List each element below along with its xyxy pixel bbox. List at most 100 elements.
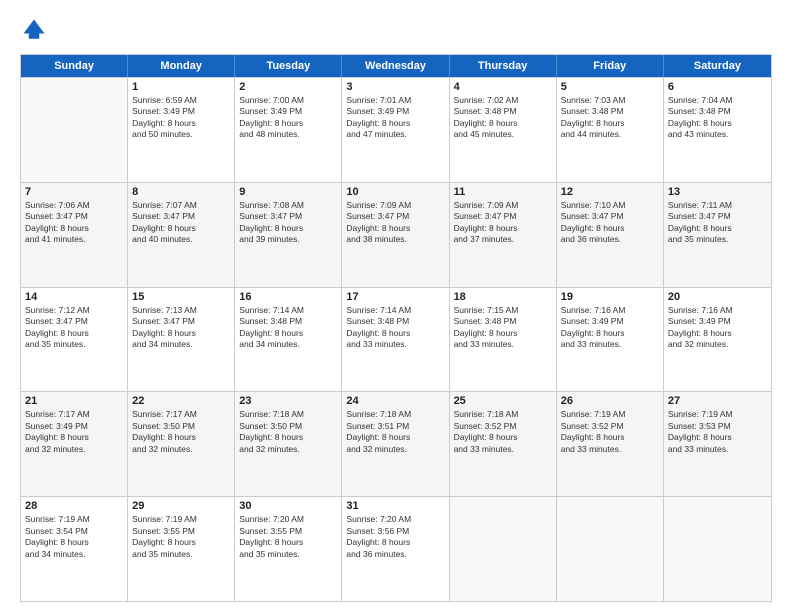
header-day-tuesday: Tuesday xyxy=(235,55,342,77)
day-cell-23: 23 Sunrise: 7:18 AMSunset: 3:50 PMDayligh… xyxy=(235,392,342,496)
day-cell-30: 30 Sunrise: 7:20 AMSunset: 3:55 PMDayligh… xyxy=(235,497,342,601)
day-number: 19 xyxy=(561,291,659,303)
day-info: Sunrise: 7:08 AMSunset: 3:47 PMDaylight:… xyxy=(239,200,337,246)
logo-icon xyxy=(20,16,48,44)
day-number: 24 xyxy=(346,395,444,407)
day-info: Sunrise: 7:19 AMSunset: 3:53 PMDaylight:… xyxy=(668,409,767,455)
day-number: 27 xyxy=(668,395,767,407)
day-number: 7 xyxy=(25,186,123,198)
empty-cell xyxy=(557,497,664,601)
day-info: Sunrise: 7:18 AMSunset: 3:51 PMDaylight:… xyxy=(346,409,444,455)
day-cell-21: 21 Sunrise: 7:17 AMSunset: 3:49 PMDayligh… xyxy=(21,392,128,496)
day-info: Sunrise: 7:01 AMSunset: 3:49 PMDaylight:… xyxy=(346,95,444,141)
day-cell-22: 22Sunrise: 7:17 AMSunset: 3:50 PMDayligh… xyxy=(128,392,235,496)
day-number: 5 xyxy=(561,81,659,93)
day-number: 13 xyxy=(668,186,767,198)
day-info: Sunrise: 7:09 AMSunset: 3:47 PMDaylight:… xyxy=(454,200,552,246)
day-cell-3: 3 Sunrise: 7:01 AMSunset: 3:49 PMDaylight… xyxy=(342,78,449,182)
calendar-header: SundayMondayTuesdayWednesdayThursdayFrid… xyxy=(21,55,771,77)
day-number: 17 xyxy=(346,291,444,303)
day-info: Sunrise: 7:13 AMSunset: 3:47 PMDaylight:… xyxy=(132,305,230,351)
day-number: 10 xyxy=(346,186,444,198)
day-cell-16: 16Sunrise: 7:14 AMSunset: 3:48 PMDayligh… xyxy=(235,288,342,392)
header-day-friday: Friday xyxy=(557,55,664,77)
calendar-body: 1 Sunrise: 6:59 AMSunset: 3:49 PMDaylight… xyxy=(21,77,771,601)
day-info: Sunrise: 7:18 AMSunset: 3:50 PMDaylight:… xyxy=(239,409,337,455)
day-cell-15: 15 Sunrise: 7:13 AMSunset: 3:47 PMDayligh… xyxy=(128,288,235,392)
week-row-3: 14 Sunrise: 7:12 AMSunset: 3:47 PMDayligh… xyxy=(21,287,771,392)
day-number: 8 xyxy=(132,186,230,198)
day-cell-26: 26 Sunrise: 7:19 AMSunset: 3:52 PMDayligh… xyxy=(557,392,664,496)
day-info: Sunrise: 7:14 AMSunset: 3:48 PMDaylight:… xyxy=(346,305,444,351)
day-cell-7: 7Sunrise: 7:06 AMSunset: 3:47 PMDaylight… xyxy=(21,183,128,287)
day-number: 6 xyxy=(668,81,767,93)
day-number: 28 xyxy=(25,500,123,512)
empty-cell xyxy=(664,497,771,601)
empty-cell xyxy=(450,497,557,601)
week-row-5: 28 Sunrise: 7:19 AMSunset: 3:54 PMDayligh… xyxy=(21,496,771,601)
day-cell-2: 2 Sunrise: 7:00 AMSunset: 3:49 PMDaylight… xyxy=(235,78,342,182)
day-info: Sunrise: 7:10 AMSunset: 3:47 PMDaylight:… xyxy=(561,200,659,246)
day-number: 18 xyxy=(454,291,552,303)
day-info: Sunrise: 7:19 AMSunset: 3:54 PMDaylight:… xyxy=(25,514,123,560)
day-info: Sunrise: 7:03 AMSunset: 3:48 PMDaylight:… xyxy=(561,95,659,141)
day-cell-24: 24 Sunrise: 7:18 AMSunset: 3:51 PMDayligh… xyxy=(342,392,449,496)
day-cell-4: 4Sunrise: 7:02 AMSunset: 3:48 PMDaylight… xyxy=(450,78,557,182)
day-number: 23 xyxy=(239,395,337,407)
day-number: 21 xyxy=(25,395,123,407)
day-number: 15 xyxy=(132,291,230,303)
day-cell-12: 12 Sunrise: 7:10 AMSunset: 3:47 PMDayligh… xyxy=(557,183,664,287)
day-info: Sunrise: 7:07 AMSunset: 3:47 PMDaylight:… xyxy=(132,200,230,246)
day-number: 31 xyxy=(346,500,444,512)
empty-cell xyxy=(21,78,128,182)
day-number: 3 xyxy=(346,81,444,93)
week-row-4: 21 Sunrise: 7:17 AMSunset: 3:49 PMDayligh… xyxy=(21,391,771,496)
day-info: Sunrise: 7:19 AMSunset: 3:52 PMDaylight:… xyxy=(561,409,659,455)
day-number: 30 xyxy=(239,500,337,512)
logo xyxy=(20,16,52,44)
week-row-2: 7Sunrise: 7:06 AMSunset: 3:47 PMDaylight… xyxy=(21,182,771,287)
day-info: Sunrise: 7:18 AMSunset: 3:52 PMDaylight:… xyxy=(454,409,552,455)
day-info: Sunrise: 7:00 AMSunset: 3:49 PMDaylight:… xyxy=(239,95,337,141)
day-info: Sunrise: 7:04 AMSunset: 3:48 PMDaylight:… xyxy=(668,95,767,141)
day-info: Sunrise: 7:17 AMSunset: 3:49 PMDaylight:… xyxy=(25,409,123,455)
day-cell-29: 29Sunrise: 7:19 AMSunset: 3:55 PMDayligh… xyxy=(128,497,235,601)
header-day-wednesday: Wednesday xyxy=(342,55,449,77)
header-day-monday: Monday xyxy=(128,55,235,77)
day-cell-17: 17 Sunrise: 7:14 AMSunset: 3:48 PMDayligh… xyxy=(342,288,449,392)
day-info: Sunrise: 7:14 AMSunset: 3:48 PMDaylight:… xyxy=(239,305,337,351)
day-cell-11: 11 Sunrise: 7:09 AMSunset: 3:47 PMDayligh… xyxy=(450,183,557,287)
day-cell-10: 10 Sunrise: 7:09 AMSunset: 3:47 PMDayligh… xyxy=(342,183,449,287)
day-info: Sunrise: 6:59 AMSunset: 3:49 PMDaylight:… xyxy=(132,95,230,141)
header-day-saturday: Saturday xyxy=(664,55,771,77)
day-info: Sunrise: 7:11 AMSunset: 3:47 PMDaylight:… xyxy=(668,200,767,246)
day-cell-5: 5 Sunrise: 7:03 AMSunset: 3:48 PMDaylight… xyxy=(557,78,664,182)
day-cell-19: 19 Sunrise: 7:16 AMSunset: 3:49 PMDayligh… xyxy=(557,288,664,392)
day-info: Sunrise: 7:09 AMSunset: 3:47 PMDaylight:… xyxy=(346,200,444,246)
day-info: Sunrise: 7:20 AMSunset: 3:55 PMDaylight:… xyxy=(239,514,337,560)
day-info: Sunrise: 7:19 AMSunset: 3:55 PMDaylight:… xyxy=(132,514,230,560)
week-row-1: 1 Sunrise: 6:59 AMSunset: 3:49 PMDaylight… xyxy=(21,77,771,182)
day-cell-9: 9Sunrise: 7:08 AMSunset: 3:47 PMDaylight… xyxy=(235,183,342,287)
day-cell-20: 20Sunrise: 7:16 AMSunset: 3:49 PMDayligh… xyxy=(664,288,771,392)
day-cell-6: 6 Sunrise: 7:04 AMSunset: 3:48 PMDaylight… xyxy=(664,78,771,182)
day-number: 1 xyxy=(132,81,230,93)
day-number: 26 xyxy=(561,395,659,407)
day-cell-8: 8 Sunrise: 7:07 AMSunset: 3:47 PMDaylight… xyxy=(128,183,235,287)
day-info: Sunrise: 7:17 AMSunset: 3:50 PMDaylight:… xyxy=(132,409,230,455)
header-day-sunday: Sunday xyxy=(21,55,128,77)
day-info: Sunrise: 7:12 AMSunset: 3:47 PMDaylight:… xyxy=(25,305,123,351)
day-info: Sunrise: 7:02 AMSunset: 3:48 PMDaylight:… xyxy=(454,95,552,141)
day-number: 20 xyxy=(668,291,767,303)
day-info: Sunrise: 7:16 AMSunset: 3:49 PMDaylight:… xyxy=(561,305,659,351)
day-info: Sunrise: 7:15 AMSunset: 3:48 PMDaylight:… xyxy=(454,305,552,351)
day-number: 11 xyxy=(454,186,552,198)
day-info: Sunrise: 7:20 AMSunset: 3:56 PMDaylight:… xyxy=(346,514,444,560)
day-cell-31: 31 Sunrise: 7:20 AMSunset: 3:56 PMDayligh… xyxy=(342,497,449,601)
day-cell-14: 14 Sunrise: 7:12 AMSunset: 3:47 PMDayligh… xyxy=(21,288,128,392)
day-number: 2 xyxy=(239,81,337,93)
calendar: SundayMondayTuesdayWednesdayThursdayFrid… xyxy=(20,54,772,602)
day-number: 12 xyxy=(561,186,659,198)
day-cell-27: 27 Sunrise: 7:19 AMSunset: 3:53 PMDayligh… xyxy=(664,392,771,496)
day-number: 14 xyxy=(25,291,123,303)
